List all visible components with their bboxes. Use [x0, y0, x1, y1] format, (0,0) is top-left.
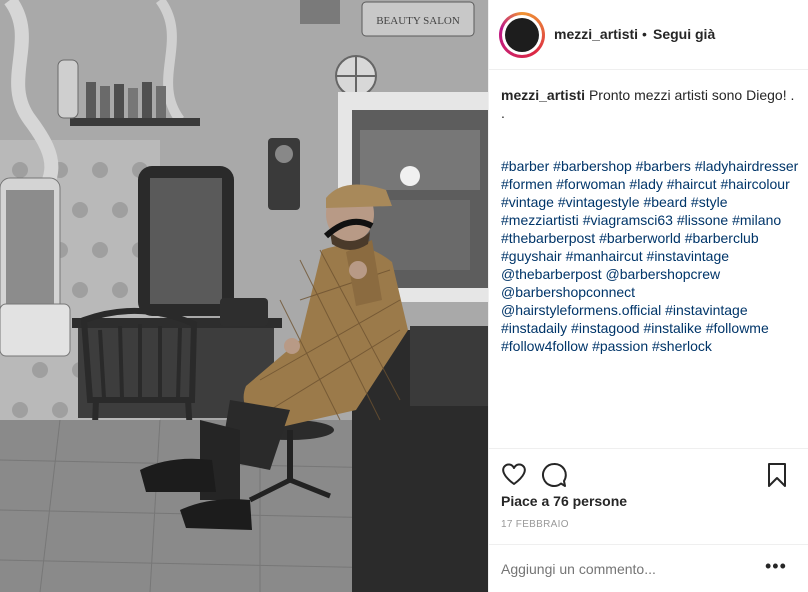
- comment-box: •••: [489, 544, 808, 592]
- heart-icon[interactable]: [501, 462, 527, 491]
- hashtag-link[interactable]: #mezziartisti: [501, 212, 579, 228]
- barber-scene-illustration: BEAUTY SALON: [0, 0, 488, 592]
- post-side-panel: mezzi_artisti • Segui già mezzi_artisti …: [488, 0, 808, 592]
- hashtag-link[interactable]: #lady: [629, 176, 662, 192]
- following-button[interactable]: Segui già: [653, 26, 715, 42]
- caption-text: Pronto mezzi artisti sono Diego! .: [588, 87, 795, 103]
- caption-username-link[interactable]: mezzi_artisti: [501, 87, 585, 103]
- likes-count[interactable]: Piace a 76 persone: [501, 493, 627, 509]
- hashtag-link[interactable]: #lissone: [677, 212, 728, 228]
- hashtag-link[interactable]: #thebarberpost: [501, 230, 595, 246]
- separator-dot: •: [642, 26, 647, 42]
- hashtag-link[interactable]: #followme: [706, 320, 769, 336]
- hashtag-link[interactable]: #barberclub: [685, 230, 759, 246]
- hashtag-link[interactable]: #instalike: [643, 320, 701, 336]
- action-bar: [489, 448, 808, 498]
- comment-icon[interactable]: [541, 462, 567, 493]
- hashtag-link[interactable]: #haircut: [667, 176, 717, 192]
- hashtag-link[interactable]: #style: [691, 194, 728, 210]
- hashtag-link[interactable]: #follow4follow: [501, 338, 588, 354]
- hashtag-link[interactable]: @hairstyleformens.official: [501, 302, 661, 318]
- profile-avatar[interactable]: [499, 12, 545, 58]
- hashtag-link[interactable]: #guyshair: [501, 248, 562, 264]
- avatar-image: [505, 18, 539, 52]
- username-link[interactable]: mezzi_artisti: [554, 26, 638, 42]
- hashtag-link[interactable]: @barbershopconnect: [501, 284, 635, 300]
- hashtag-link[interactable]: #vintage: [501, 194, 554, 210]
- comment-input[interactable]: [501, 559, 761, 579]
- bookmark-icon[interactable]: [767, 462, 787, 493]
- caption-dot: .: [501, 105, 505, 121]
- hashtag-link[interactable]: #instavintage: [665, 302, 748, 318]
- hashtag-link[interactable]: @thebarberpost: [501, 266, 602, 282]
- hashtag-link[interactable]: #sherlock: [652, 338, 712, 354]
- hashtag-link[interactable]: #passion: [592, 338, 648, 354]
- hashtag-link[interactable]: #barbers: [636, 158, 691, 174]
- hashtag-link[interactable]: #viagramsci63: [583, 212, 673, 228]
- hashtag-link[interactable]: #formen: [501, 176, 552, 192]
- hashtag-link[interactable]: #manhaircut: [566, 248, 643, 264]
- hashtag-link[interactable]: #forwoman: [556, 176, 625, 192]
- hashtag-link[interactable]: #haircolour: [720, 176, 789, 192]
- hashtag-link[interactable]: #barberworld: [599, 230, 681, 246]
- hashtag-link[interactable]: #instavintage: [647, 248, 730, 264]
- photo-sign-text: BEAUTY SALON: [376, 15, 460, 27]
- hashtag-link[interactable]: #instadaily: [501, 320, 567, 336]
- hashtag-link[interactable]: #barbershop: [553, 158, 632, 174]
- hashtag-link[interactable]: #barber: [501, 158, 549, 174]
- avatar-inner-ring: [502, 15, 542, 55]
- hashtag-link[interactable]: @barbershopcrew: [606, 266, 721, 282]
- post-header: mezzi_artisti • Segui già: [489, 0, 808, 70]
- more-options-icon[interactable]: •••: [765, 556, 787, 577]
- hashtag-link[interactable]: #ladyhairdresser: [695, 158, 799, 174]
- post-caption: mezzi_artisti Pronto mezzi artisti sono …: [501, 86, 799, 122]
- hashtag-link[interactable]: #vintagestyle: [558, 194, 640, 210]
- hashtag-link[interactable]: #beard: [643, 194, 687, 210]
- hashtag-list: #barber #barbershop #barbers #ladyhairdr…: [501, 157, 799, 355]
- hashtag-link[interactable]: #milano: [732, 212, 781, 228]
- post-date: 17 FEBBRAIO: [501, 519, 569, 530]
- hashtag-link[interactable]: #instagood: [571, 320, 640, 336]
- post-photo[interactable]: BEAUTY SALON: [0, 0, 488, 592]
